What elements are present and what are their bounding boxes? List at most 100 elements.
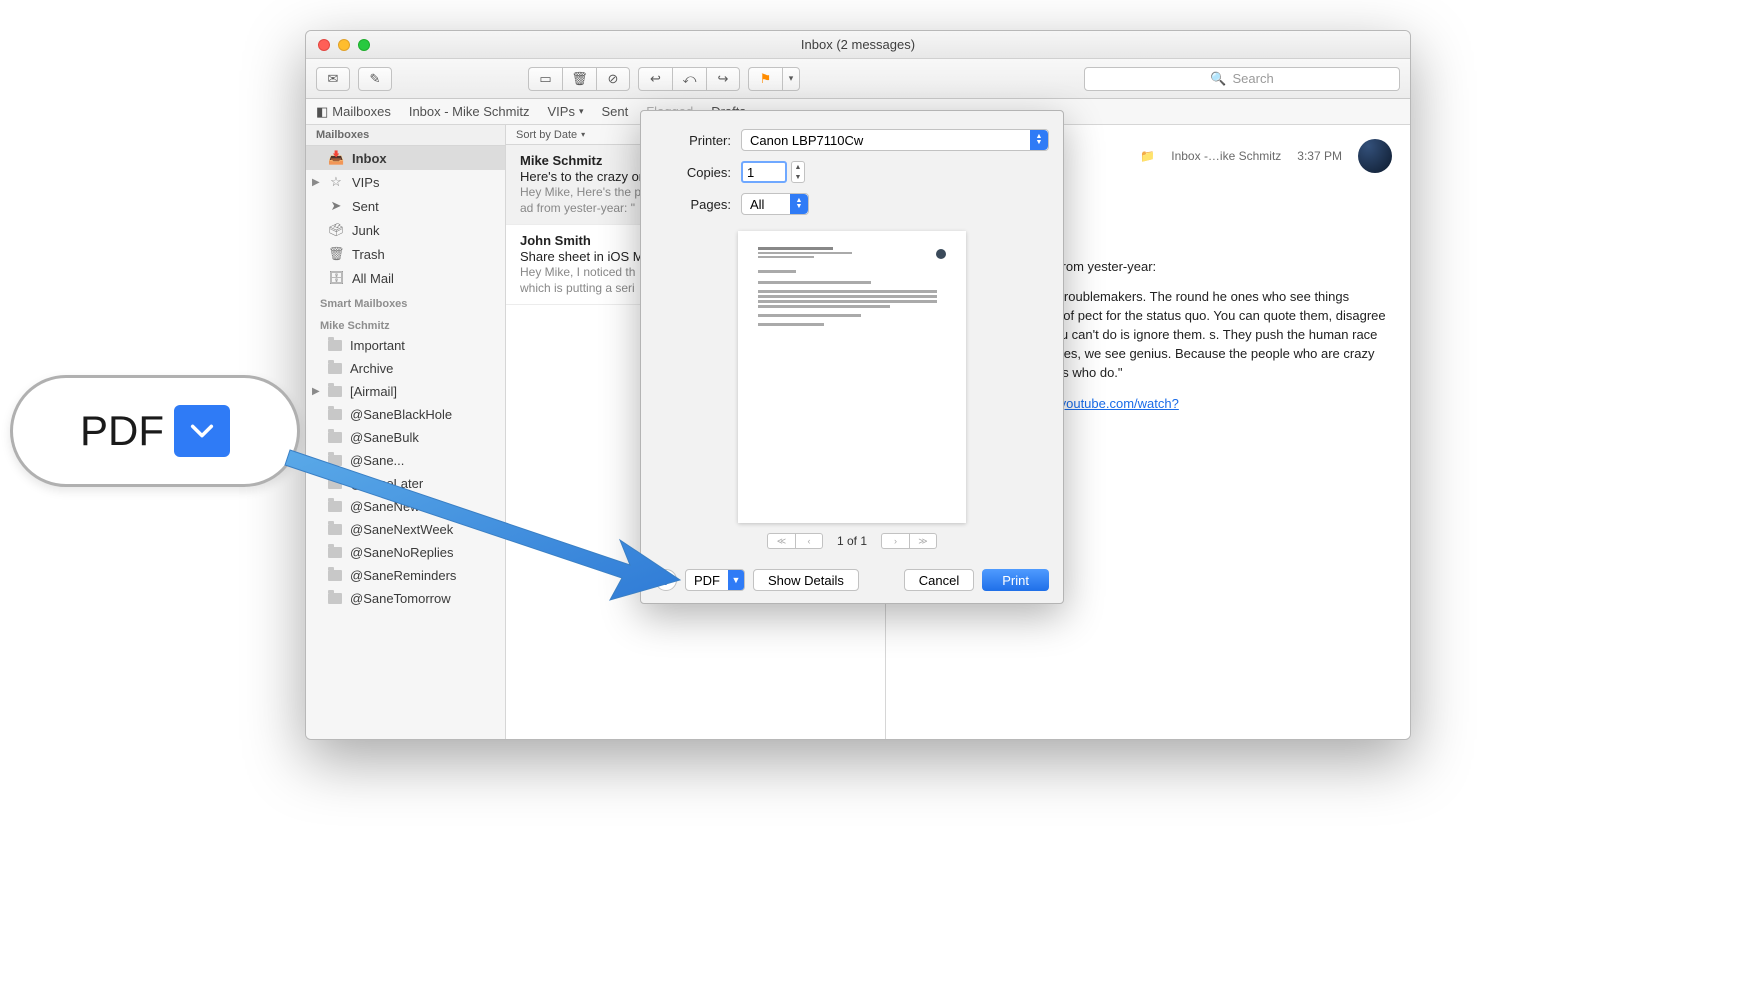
folder-icon bbox=[328, 340, 342, 351]
search-field[interactable]: 🔍 Search bbox=[1084, 67, 1400, 91]
folder-icon bbox=[328, 363, 342, 374]
reply-all-icon: ⤺ bbox=[683, 71, 697, 87]
copies-stepper[interactable]: ▲▼ bbox=[791, 161, 805, 183]
sidebar-item-label: Important bbox=[350, 338, 405, 353]
compose-button[interactable]: ✎ bbox=[358, 67, 392, 91]
sidebar-item-label: @SaneReminders bbox=[350, 568, 456, 583]
folder-icon bbox=[328, 547, 342, 558]
pdf-menu-button[interactable]: PDF ▼ bbox=[685, 569, 745, 591]
sidebar-item-sent[interactable]: ➤Sent bbox=[306, 194, 505, 218]
callout-chevron bbox=[174, 405, 230, 457]
archive-icon: ▭ bbox=[539, 71, 551, 87]
smart-mailboxes-header: Smart Mailboxes bbox=[306, 290, 505, 312]
sidebar-item-label: @SaneNextWeek bbox=[350, 522, 453, 537]
junk-button[interactable]: ⊘ bbox=[596, 67, 630, 91]
first-page-button[interactable]: ≪ bbox=[767, 533, 795, 549]
reply-all-button[interactable]: ⤺ bbox=[672, 67, 706, 91]
preview-pager: ≪ ‹ 1 of 1 › ≫ bbox=[767, 533, 937, 549]
fav-vips[interactable]: VIPs▾ bbox=[547, 104, 583, 119]
envelope-icon: ✉︎ bbox=[328, 71, 339, 87]
copies-label: Copies: bbox=[655, 165, 741, 180]
next-page-button[interactable]: › bbox=[881, 533, 909, 549]
sidebar-folder[interactable]: @SaneTomorrow bbox=[306, 587, 505, 610]
search-icon: 🔍 bbox=[1210, 71, 1226, 87]
copies-input[interactable] bbox=[741, 161, 787, 183]
last-page-button[interactable]: ≫ bbox=[909, 533, 937, 549]
sidebar-item-label: @SaneBulk bbox=[350, 430, 419, 445]
callout-label: PDF bbox=[80, 407, 164, 455]
sidebar-item-vips[interactable]: ▶☆VIPs bbox=[306, 170, 505, 194]
sidebar-folder[interactable]: @SaneBulk bbox=[306, 426, 505, 449]
junk-icon: 🗳 bbox=[328, 222, 344, 238]
forward-button[interactable]: ↪ bbox=[706, 67, 740, 91]
sidebar-item-label: Sent bbox=[352, 199, 379, 214]
sidebar-item-label: @SaneTomorrow bbox=[350, 591, 451, 606]
fav-sent[interactable]: Sent bbox=[601, 104, 628, 119]
cancel-button[interactable]: Cancel bbox=[904, 569, 974, 591]
fav-inbox[interactable]: Inbox - Mike Schmitz bbox=[409, 104, 530, 119]
disclosure-icon: ▶ bbox=[312, 386, 320, 397]
sidebar-item-junk[interactable]: 🗳 Junk bbox=[306, 218, 505, 242]
pages-label: Pages: bbox=[655, 197, 741, 212]
get-mail-button[interactable]: ✉︎ bbox=[316, 67, 350, 91]
reply-icon: ↩ bbox=[650, 71, 661, 87]
sidebar-item-label: [Airmail] bbox=[350, 384, 397, 399]
toolbar: ✉︎ ✎ ▭ 🗑 ⊘ ↩ ⤺ ↪ ⚑ ▾ 🔍 Search bbox=[306, 59, 1410, 99]
folder-icon bbox=[328, 524, 342, 535]
prev-page-button[interactable]: ‹ bbox=[795, 533, 823, 549]
print-preview: ≪ ‹ 1 of 1 › ≫ bbox=[655, 225, 1049, 555]
trash-button[interactable]: 🗑 bbox=[562, 67, 596, 91]
sidebar-folder[interactable]: @SaneLater bbox=[306, 472, 505, 495]
delete-group: ▭ 🗑 ⊘ bbox=[528, 67, 630, 91]
sidebar-folder[interactable]: ▶ [Airmail] bbox=[306, 380, 505, 403]
sidebar-item-inbox[interactable]: 📥Inbox bbox=[306, 146, 505, 170]
folder-icon bbox=[328, 501, 342, 512]
trash-icon: 🗑 bbox=[571, 71, 588, 87]
folder-icon: 📁 bbox=[1140, 149, 1155, 163]
help-button[interactable]: ? bbox=[655, 569, 677, 591]
flag-icon: ⚑ bbox=[760, 71, 772, 87]
sidebar-item-trash[interactable]: 🗑 Trash bbox=[306, 242, 505, 266]
sidebar-folder[interactable]: @SaneBlackHole bbox=[306, 403, 505, 426]
window-title: Inbox (2 messages) bbox=[306, 37, 1410, 52]
forward-icon: ↪ bbox=[718, 71, 729, 87]
star-icon: ☆ bbox=[328, 174, 344, 190]
updown-icon: ▲▼ bbox=[1030, 130, 1048, 150]
trash-icon: 🗑 bbox=[328, 246, 344, 262]
show-details-button[interactable]: Show Details bbox=[753, 569, 859, 591]
archive-button[interactable]: ▭ bbox=[528, 67, 562, 91]
sidebar-folder[interactable]: @SaneNoReplies bbox=[306, 541, 505, 564]
sidebar-folder[interactable]: @SaneNews bbox=[306, 495, 505, 518]
sidebar-item-label: Trash bbox=[352, 247, 385, 262]
archive-icon: 🗄 bbox=[328, 270, 344, 286]
compose-icon: ✎ bbox=[370, 71, 381, 87]
sidebar-item-label: @Sane... bbox=[350, 453, 404, 468]
sidebar-folder[interactable]: Archive bbox=[306, 357, 505, 380]
titlebar: Inbox (2 messages) bbox=[306, 31, 1410, 59]
junk-icon: ⊘ bbox=[608, 71, 619, 87]
folder-icon bbox=[328, 478, 342, 489]
chevron-down-icon: ▾ bbox=[579, 106, 584, 117]
flag-menu-button[interactable]: ▾ bbox=[782, 67, 800, 91]
sidebar-folder[interactable]: @SaneReminders bbox=[306, 564, 505, 587]
sidebar-item-label: All Mail bbox=[352, 271, 394, 286]
sidebar-folder[interactable]: @SaneNextWeek bbox=[306, 518, 505, 541]
fav-mailboxes[interactable]: ◧ Mailboxes bbox=[316, 104, 391, 120]
folder-icon bbox=[328, 570, 342, 581]
sidebar-folder[interactable]: Important bbox=[306, 334, 505, 357]
sidebar-item-all-mail[interactable]: 🗄 All Mail bbox=[306, 266, 505, 290]
sidebar-item-label: Junk bbox=[352, 223, 379, 238]
account-header: Mike Schmitz bbox=[306, 312, 505, 334]
preview-page bbox=[738, 231, 966, 523]
page-indicator: 1 of 1 bbox=[837, 534, 867, 548]
folder-icon bbox=[328, 455, 342, 466]
search-placeholder: Search bbox=[1232, 71, 1273, 86]
sidebar-item-label: @SaneNoReplies bbox=[350, 545, 454, 560]
printer-select[interactable]: Canon LBP7110Cw ▲▼ bbox=[741, 129, 1049, 151]
reply-button[interactable]: ↩ bbox=[638, 67, 672, 91]
print-button[interactable]: Print bbox=[982, 569, 1049, 591]
pages-select[interactable]: All ▲▼ bbox=[741, 193, 809, 215]
flag-button[interactable]: ⚑ bbox=[748, 67, 782, 91]
sidebar-folder[interactable]: @Sane... bbox=[306, 449, 505, 472]
printer-label: Printer: bbox=[655, 133, 741, 148]
